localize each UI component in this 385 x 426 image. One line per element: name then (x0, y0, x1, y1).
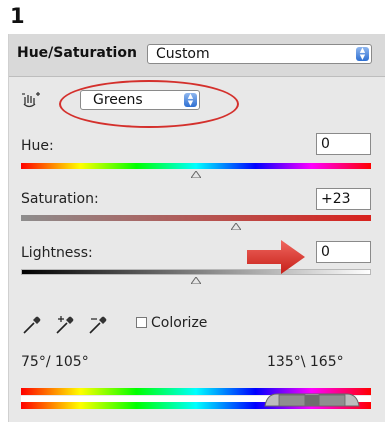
step-number: 1 (10, 4, 25, 28)
preset-value: Custom (156, 46, 210, 62)
hue-slider-thumb[interactable] (191, 171, 201, 178)
red-arrow-icon (247, 240, 305, 274)
lightness-label: Lightness: (21, 245, 93, 261)
hand-adjust-icon[interactable] (20, 90, 42, 112)
eyedropper-icon[interactable] (21, 314, 43, 336)
lightness-slider-thumb[interactable] (191, 277, 201, 284)
annotation-ellipse (59, 80, 239, 128)
hue-label: Hue: (21, 138, 54, 154)
saturation-slider-thumb[interactable] (231, 223, 242, 230)
saturation-bar (21, 215, 371, 221)
hue-input[interactable]: 0 (316, 133, 371, 155)
hue-saturation-panel: Hue/Saturation Custom ▲ ▼ Greens ▲ ▼ Hue: … (8, 34, 385, 422)
panel-title: Hue/Saturation (17, 45, 137, 61)
lightness-bar (21, 269, 371, 275)
saturation-label: Saturation: (21, 191, 99, 207)
colorize-label: Colorize (151, 315, 208, 331)
preset-dropdown[interactable]: Custom ▲ ▼ (147, 44, 372, 64)
color-range-selector[interactable] (263, 390, 361, 407)
range-right-values: 135°\ 165° (267, 354, 344, 370)
panel-header: Hue/Saturation Custom ▲ ▼ (9, 34, 385, 77)
colorize-checkbox[interactable] (136, 317, 147, 328)
chevron-updown-icon: ▲ ▼ (356, 47, 369, 61)
eyedropper-plus-icon[interactable] (54, 314, 76, 336)
lightness-input[interactable]: 0 (316, 241, 371, 263)
saturation-input[interactable]: +23 (316, 188, 371, 210)
hue-bar (21, 163, 371, 169)
range-left-values: 75°/ 105° (21, 354, 89, 370)
eyedropper-minus-icon[interactable] (87, 314, 109, 336)
